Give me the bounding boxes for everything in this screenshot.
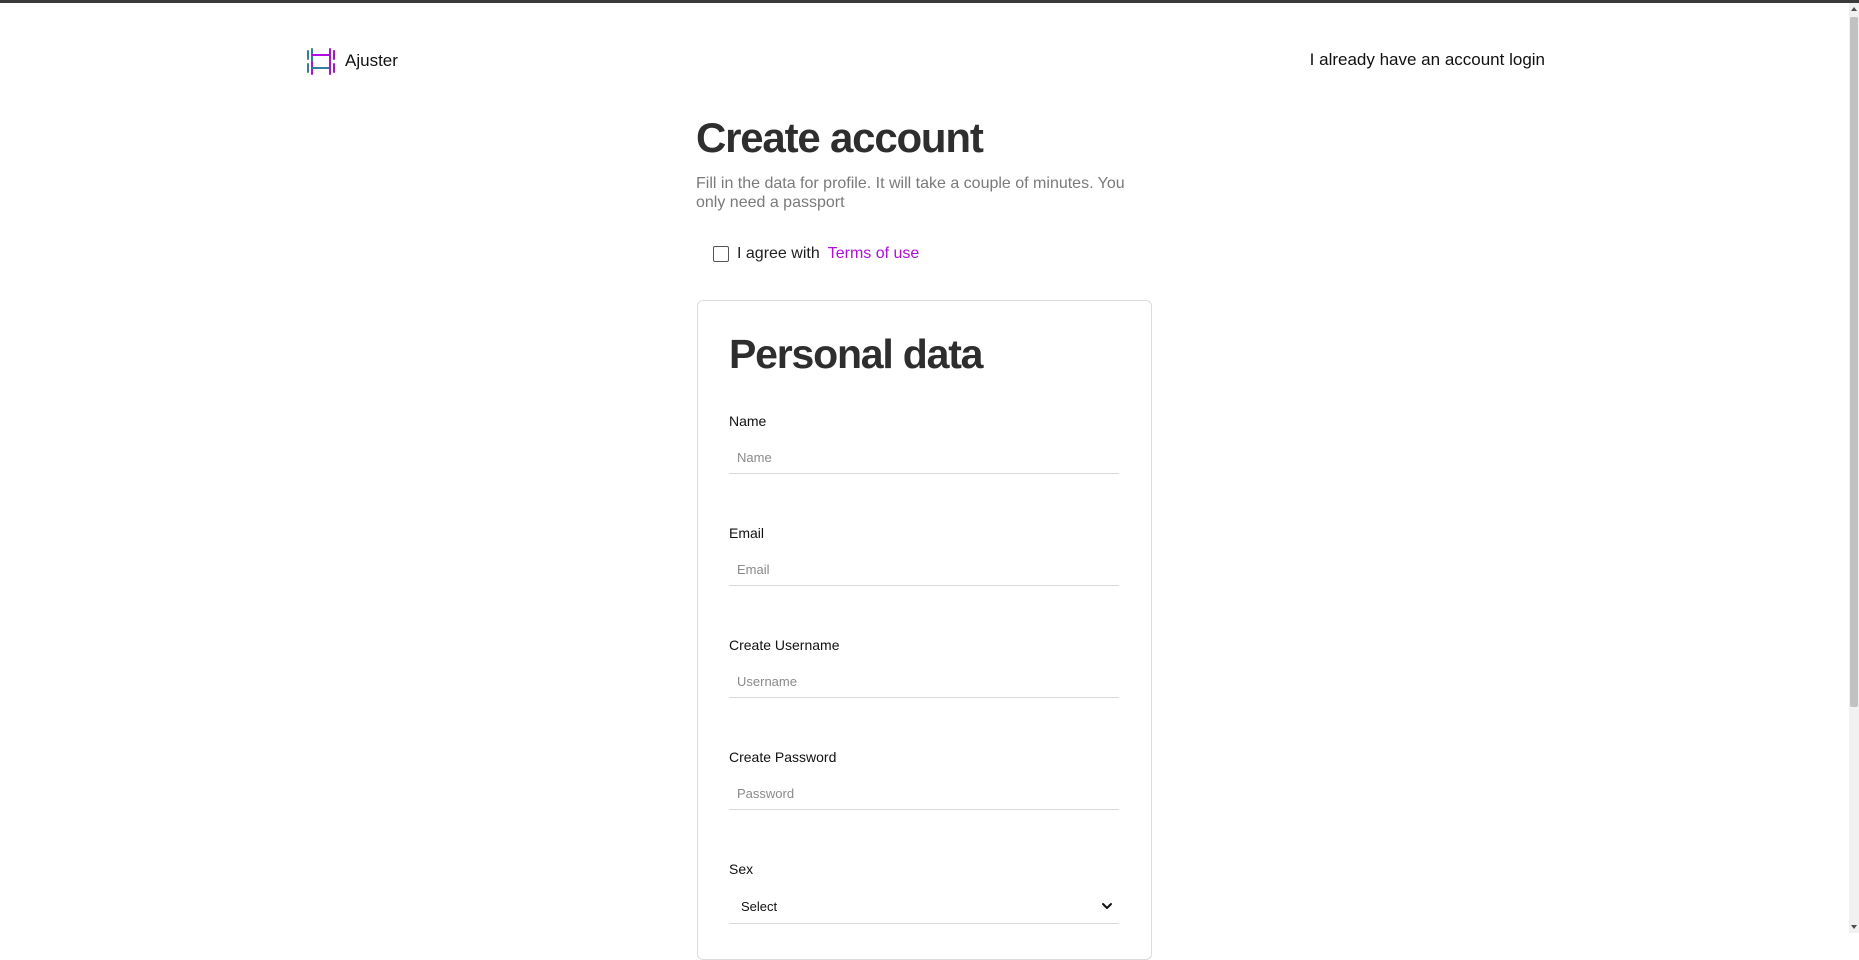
terms-checkbox[interactable] bbox=[713, 246, 729, 262]
browser-top-border bbox=[0, 0, 1859, 3]
name-field-group: Name bbox=[729, 413, 1119, 474]
email-label: Email bbox=[729, 525, 765, 541]
name-label: Name bbox=[729, 413, 767, 429]
sex-select-value: Select bbox=[741, 899, 778, 914]
login-link[interactable]: I already have an account login bbox=[1310, 50, 1545, 70]
scroll-down-arrow-icon[interactable] bbox=[1851, 925, 1857, 929]
terms-of-use-link[interactable]: Terms of use bbox=[828, 245, 920, 263]
sex-field-group: Sex Select bbox=[729, 861, 1119, 924]
dumbbell-logo-icon bbox=[307, 48, 335, 75]
username-field-group: Create Username bbox=[729, 637, 1119, 698]
page-subtitle: Fill in the data for profile. It will ta… bbox=[696, 175, 1125, 211]
page-title: Create account bbox=[696, 114, 984, 161]
password-input[interactable] bbox=[729, 778, 1119, 810]
page-scrollbar[interactable] bbox=[1849, 3, 1859, 933]
email-field-group: Email bbox=[729, 525, 1119, 586]
terms-agreement: I agree with Terms of use bbox=[713, 242, 1156, 266]
scrollbar-thumb[interactable] bbox=[1850, 17, 1858, 707]
password-field-group: Create Password bbox=[729, 749, 1119, 810]
sex-label: Sex bbox=[729, 861, 754, 877]
email-input[interactable] bbox=[729, 554, 1119, 586]
name-input[interactable] bbox=[729, 442, 1119, 474]
section-title: Personal data bbox=[729, 331, 983, 377]
chevron-down-icon bbox=[1102, 903, 1112, 909]
personal-data-card: Personal data Name Email Create Username… bbox=[697, 300, 1152, 960]
scroll-up-arrow-icon[interactable] bbox=[1851, 7, 1857, 11]
username-label: Create Username bbox=[729, 637, 840, 653]
password-label: Create Password bbox=[729, 749, 837, 765]
agree-label: I agree with bbox=[737, 245, 820, 262]
brand-name: Ajuster bbox=[345, 51, 398, 70]
site-header: Ajuster I already have an account login bbox=[305, 44, 1545, 78]
sex-select[interactable]: Select bbox=[729, 890, 1119, 924]
username-input[interactable] bbox=[729, 666, 1119, 698]
brand-logo-link[interactable]: Ajuster bbox=[305, 46, 398, 76]
main-content: Create account Fill in the data for prof… bbox=[696, 112, 1156, 266]
